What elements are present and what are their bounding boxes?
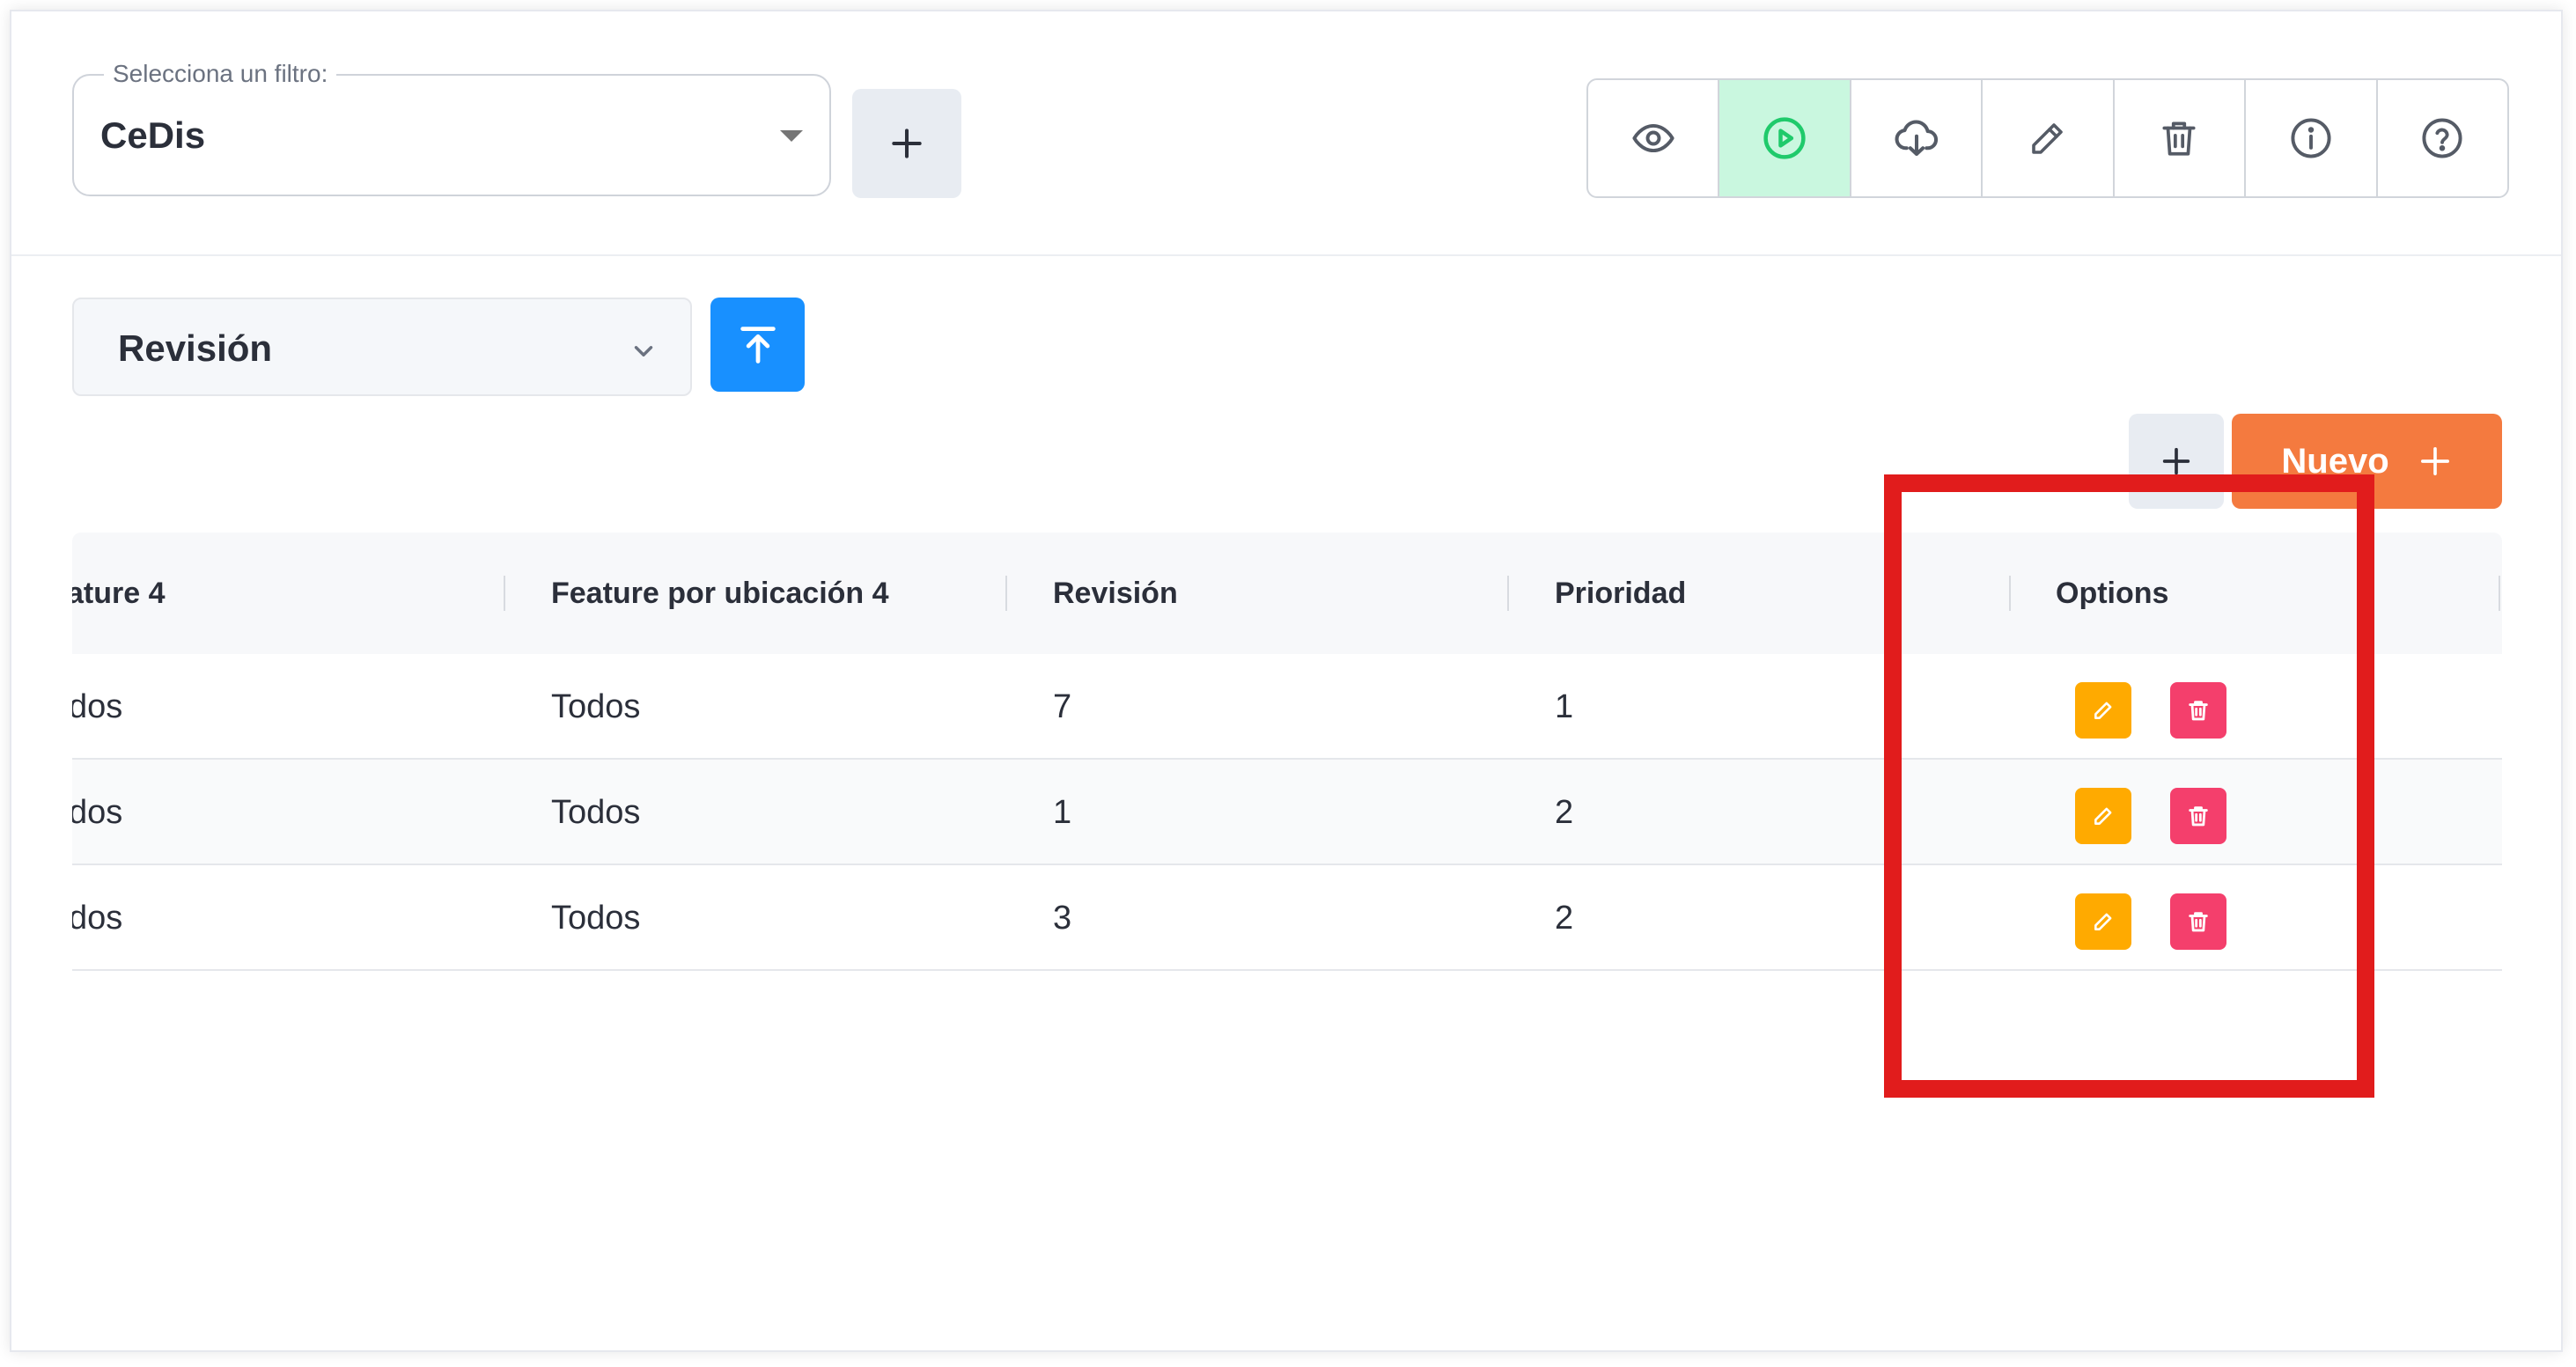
pencil-icon (2094, 807, 2112, 825)
caret-down-icon (780, 130, 803, 142)
table-cell: Todos (551, 899, 641, 937)
row-delete-button[interactable] (2170, 682, 2226, 739)
row-edit-button[interactable] (2075, 788, 2131, 844)
column-separator[interactable] (1005, 576, 1007, 611)
pencil-icon (2094, 702, 2112, 719)
trash-icon (2189, 701, 2208, 721)
trash-icon (2189, 912, 2208, 932)
chevron-down-icon (634, 346, 653, 356)
table-cell: 2 (1555, 899, 1574, 937)
plus-icon (2420, 447, 2449, 475)
action-toolbar (1586, 78, 2509, 198)
trash-icon (2162, 121, 2196, 156)
pencil-icon (2094, 913, 2112, 930)
table-row: dos Todos 1 2 (72, 760, 2502, 865)
new-button-label: Nuevo (2281, 441, 2389, 481)
filter-select[interactable]: Selecciona un filtro: CeDis (72, 56, 831, 196)
table-cell: 2 (1555, 793, 1574, 831)
view-select[interactable]: Revisión (72, 298, 692, 396)
view-button[interactable] (1588, 80, 1720, 196)
trash-icon (2189, 806, 2208, 827)
info-button[interactable] (2246, 80, 2378, 196)
column-header-feature-4[interactable]: ature 4 (72, 533, 166, 654)
view-select-value: Revisión (118, 327, 273, 369)
download-button[interactable] (1851, 80, 1984, 196)
column-header-prioridad[interactable]: Prioridad (1555, 533, 1686, 654)
table-header: ature 4 Feature por ubicación 4 Revisión… (72, 533, 2502, 654)
table-cell: 1 (1053, 793, 1072, 831)
row-delete-button[interactable] (2170, 788, 2226, 844)
column-separator[interactable] (2499, 576, 2500, 611)
edit-button[interactable] (1983, 80, 2115, 196)
filter-label: Selecciona un filtro: (104, 56, 337, 92)
column-separator[interactable] (2009, 576, 2011, 611)
column-header-feature-por-ubicacion-4[interactable]: Feature por ubicación 4 (551, 533, 889, 654)
table-row: dos Todos 3 2 (72, 865, 2502, 971)
table-cell: Todos (551, 687, 641, 725)
new-button[interactable]: Nuevo (2232, 414, 2502, 509)
delete-button[interactable] (2115, 80, 2247, 196)
table-cell: 3 (1053, 899, 1072, 937)
screen: Selecciona un filtro: CeDis Revisión Nue… (0, 0, 2576, 1367)
run-button[interactable] (1719, 80, 1851, 196)
column-header-revision[interactable]: Revisión (1053, 533, 1178, 654)
row-delete-button[interactable] (2170, 893, 2226, 950)
help-button[interactable] (2378, 80, 2507, 196)
plus-icon (892, 129, 922, 158)
table-cell: dos (72, 687, 123, 725)
row-edit-button[interactable] (2075, 682, 2131, 739)
table-row: dos Todos 7 1 (72, 654, 2502, 760)
header-divider (11, 254, 2561, 256)
add-row-button[interactable] (2129, 414, 2224, 509)
column-separator[interactable] (1507, 576, 1509, 611)
filter-selected-value: CeDis (100, 114, 206, 156)
help-icon (2422, 118, 2462, 158)
table-cell: 7 (1053, 687, 1072, 725)
column-header-options: Options (2056, 576, 2169, 610)
table-cell: dos (72, 899, 123, 937)
table-cell: 1 (1555, 687, 1574, 725)
upload-icon (740, 326, 776, 364)
add-filter-button[interactable] (852, 89, 961, 198)
eye-icon (1632, 123, 1674, 153)
info-icon (2291, 118, 2331, 158)
row-edit-button[interactable] (2075, 893, 2131, 950)
cloud-download-icon (1895, 120, 1938, 157)
table-cell: Todos (551, 793, 641, 831)
data-table: ature 4 Feature por ubicación 4 Revisión… (72, 533, 2502, 971)
column-separator[interactable] (504, 576, 505, 611)
upload-button[interactable] (710, 298, 805, 392)
pencil-icon (2032, 123, 2063, 154)
table-cell: dos (72, 793, 123, 831)
plus-icon (2162, 447, 2190, 475)
play-circle-icon (1763, 117, 1806, 159)
main-panel: Selecciona un filtro: CeDis Revisión Nue… (10, 10, 2563, 1352)
